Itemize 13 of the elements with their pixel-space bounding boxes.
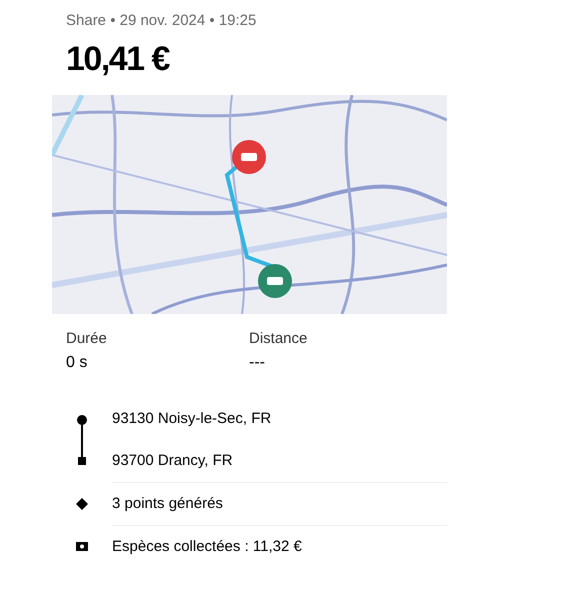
stop-address: 93700 Drancy, FR: [112, 452, 234, 470]
cash-icon: [76, 542, 88, 551]
diamond-icon: [76, 498, 88, 510]
detail-text: Espèces collectées : 11,32 €: [112, 538, 302, 556]
route-line-icon: [76, 414, 88, 466]
stat-value: 0 s: [66, 354, 88, 372]
stat-label: Distance: [249, 330, 308, 348]
trip-subtitle: Share • 29 nov. 2024 • 19:25: [66, 11, 258, 31]
detail-text: 3 points générés: [112, 494, 223, 512]
stat-value: ---: [249, 354, 266, 372]
stat-label: Durée: [66, 330, 108, 348]
stop-address: 93130 Noisy-le-Sec, FR: [112, 410, 272, 428]
trip-price: 10,41 €: [66, 38, 170, 80]
